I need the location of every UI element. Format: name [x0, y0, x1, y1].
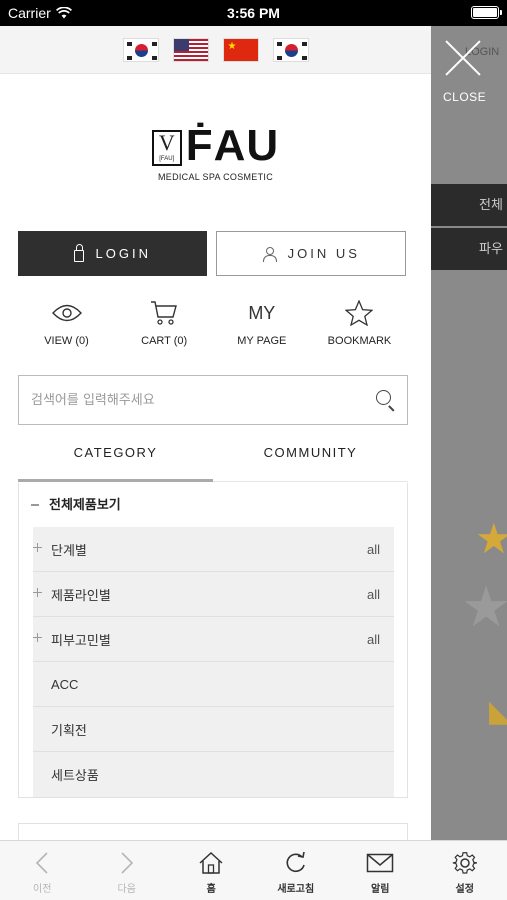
category-all-link[interactable]: all — [367, 587, 380, 602]
tab-community[interactable]: COMMUNITY — [213, 440, 408, 482]
quick-links: VIEW (0) CART (0) MY MY PAGE BOOKMARK — [18, 296, 408, 347]
login-button[interactable]: LOGIN — [18, 231, 207, 276]
auth-buttons: LOGIN JOIN US — [18, 231, 406, 276]
mail-icon — [338, 849, 423, 877]
expand-icon[interactable] — [33, 588, 42, 597]
side-menu: ★ V [FAU] ḞAU MEDICAL SPA COSMETIC LOGIN… — [0, 26, 431, 840]
notification-button[interactable]: 알림 — [338, 841, 423, 900]
next-section — [18, 823, 408, 840]
korea-flag-icon[interactable] — [272, 37, 309, 62]
brand-tagline: MEDICAL SPA COSMETIC — [157, 172, 274, 182]
chevron-left-icon — [0, 849, 85, 877]
refresh-icon — [254, 849, 339, 877]
gear-icon — [423, 849, 507, 877]
menu-tabs: CATEGORY COMMUNITY — [18, 440, 408, 482]
korea-flag-icon[interactable] — [122, 37, 159, 62]
chevron-right-icon — [85, 849, 170, 877]
eye-icon — [18, 296, 115, 330]
expand-icon[interactable] — [33, 633, 42, 642]
status-time: 3:56 PM — [227, 5, 280, 21]
logo-box: V [FAU] — [151, 130, 182, 166]
close-icon[interactable] — [439, 36, 485, 82]
back-button[interactable]: 이전 — [0, 841, 85, 900]
background-row: 전체 — [431, 184, 507, 226]
cart-link[interactable]: CART (0) — [116, 296, 213, 347]
category-all-link[interactable]: all — [367, 632, 380, 647]
battery-icon — [471, 6, 502, 19]
forward-button[interactable]: 다음 — [85, 841, 170, 900]
bottom-toolbar: 이전 다음 홈 새로고침 알림 설정 — [0, 840, 507, 900]
usa-flag-icon[interactable] — [172, 37, 209, 62]
star-decoration-icon: ★ — [475, 515, 507, 562]
cart-icon — [116, 296, 213, 330]
refresh-button[interactable]: 새로고침 — [254, 841, 339, 900]
star-decoration-icon: ◣ — [489, 695, 507, 728]
status-bar: Carrier 3:56 PM — [0, 0, 507, 26]
bookmark-link[interactable]: BOOKMARK — [311, 296, 408, 347]
star-icon — [311, 296, 408, 330]
brand-logo[interactable]: V [FAU] ḞAU MEDICAL SPA COSMETIC — [0, 121, 431, 182]
star-decoration-icon: ★ — [461, 575, 507, 638]
my-text-icon: MY — [248, 302, 276, 323]
category-tree: 전체제품보기 단계별 all 제품라인별 all 피부고민별 all ACC 기… — [18, 483, 408, 798]
search-icon[interactable] — [363, 378, 407, 422]
my-page-link[interactable]: MY MY PAGE — [213, 296, 310, 348]
collapse-icon — [31, 504, 39, 506]
category-item[interactable]: 단계별 all — [33, 527, 394, 572]
category-item[interactable]: 피부고민별 all — [33, 617, 394, 662]
category-root[interactable]: 전체제품보기 — [19, 483, 407, 527]
tab-category[interactable]: CATEGORY — [18, 440, 213, 482]
language-bar: ★ — [0, 26, 431, 74]
close-label[interactable]: CLOSE — [443, 90, 486, 104]
category-item[interactable]: 제품라인별 all — [33, 572, 394, 617]
background-row: 파우 — [431, 228, 507, 270]
dimmed-background[interactable]: LOGIN CLOSE 전체 파우 ★ ★ ◣ — [431, 26, 507, 840]
brand-name: ḞAU — [185, 121, 280, 170]
lock-icon — [73, 243, 84, 262]
home-icon — [169, 849, 254, 877]
category-item[interactable]: 세트상품 — [33, 752, 394, 797]
category-item[interactable]: 기획전 — [33, 707, 394, 752]
view-link[interactable]: VIEW (0) — [18, 296, 115, 347]
user-icon — [262, 246, 277, 262]
search-input[interactable] — [19, 376, 363, 424]
category-all-link[interactable]: all — [367, 542, 380, 557]
search-box — [18, 375, 408, 425]
category-item[interactable]: ACC — [33, 662, 394, 707]
expand-icon[interactable] — [33, 543, 42, 552]
china-flag-icon[interactable]: ★ — [222, 37, 259, 62]
join-us-button[interactable]: JOIN US — [215, 231, 406, 276]
settings-button[interactable]: 설정 — [423, 841, 507, 900]
home-button[interactable]: 홈 — [169, 841, 254, 900]
category-list: 단계별 all 제품라인별 all 피부고민별 all ACC 기획전 세트상품 — [33, 527, 394, 797]
